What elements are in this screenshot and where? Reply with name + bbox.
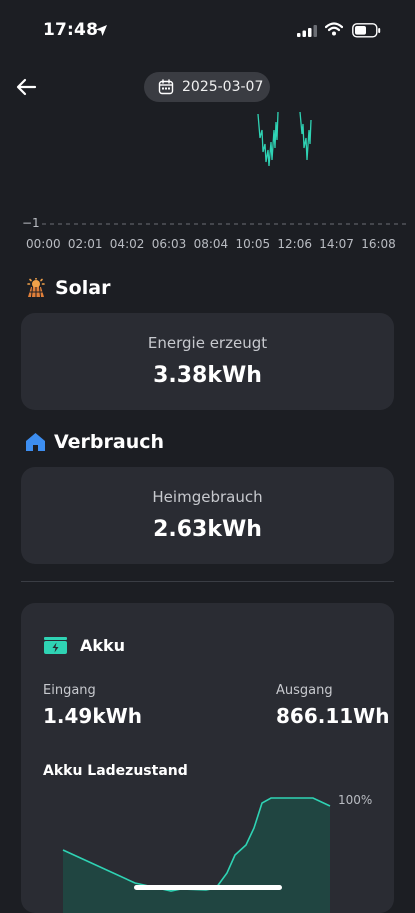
cellular-signal-icon: [297, 25, 317, 37]
calendar-icon: [158, 79, 174, 95]
battery-input-label: Eingang: [43, 683, 96, 698]
x-tick-label: 12:06: [277, 237, 312, 251]
x-tick-label: 08:04: [193, 237, 229, 251]
back-arrow-icon[interactable]: [14, 74, 40, 100]
section-divider: [21, 581, 394, 582]
power-chart-plot: [42, 111, 408, 225]
wifi-icon: [325, 22, 343, 36]
solar-panel-icon: [25, 278, 47, 298]
battery-icon: [352, 23, 381, 38]
solar-value: 3.38kWh: [153, 363, 262, 388]
consumption-value: 2.63kWh: [153, 517, 262, 542]
x-tick-label: 02:01: [67, 237, 103, 251]
status-bar: 17:48: [0, 0, 415, 60]
solar-card: Energie erzeugt 3.38kWh: [21, 313, 394, 410]
power-series-line: [257, 111, 279, 167]
battery-output-label: Ausgang: [276, 683, 333, 698]
consumption-section-title: Verbrauch: [25, 431, 164, 453]
house-icon: [25, 432, 46, 452]
solar-section-title: Solar: [25, 277, 110, 299]
battery-charging-icon: [44, 637, 67, 654]
x-tick-label: 00:00: [26, 237, 61, 251]
consumption-card: Heimgebrauch 2.63kWh: [21, 467, 394, 564]
consumption-label: Heimgebrauch: [152, 488, 263, 506]
consumption-title: Verbrauch: [54, 431, 165, 453]
x-tick-label: 16:08: [361, 237, 396, 251]
battery-card: Akku Eingang 1.49kWh Ausgang 866.11Wh Ak…: [21, 603, 394, 913]
x-tick-label: 06:03: [151, 237, 187, 251]
location-arrow-icon: [96, 25, 107, 36]
x-tick-label: 04:02: [109, 237, 145, 251]
battery-title: Akku: [80, 636, 126, 655]
status-time: 17:48: [43, 20, 99, 40]
x-tick-label: 10:05: [235, 237, 271, 251]
solar-title: Solar: [55, 277, 111, 299]
soc-area: [63, 798, 330, 913]
soc-max-label: 100%: [338, 793, 373, 807]
home-indicator[interactable]: [134, 885, 282, 890]
y-tick-label: −1: [22, 216, 40, 230]
battery-output-value: 866.11Wh: [276, 704, 390, 728]
power-chart: −1 00:00 02:01 04:02 06:03 08:04 10:05 12:06 14…: [0, 100, 415, 260]
date-label: 2025-03-07: [182, 79, 264, 95]
battery-input-value: 1.49kWh: [43, 704, 142, 728]
solar-label: Energie erzeugt: [147, 334, 268, 352]
battery-header: Akku: [44, 636, 125, 655]
power-series-line-2: [299, 111, 312, 161]
date-picker-button[interactable]: 2025-03-07: [144, 72, 270, 102]
x-tick-label: 14:07: [319, 237, 354, 251]
